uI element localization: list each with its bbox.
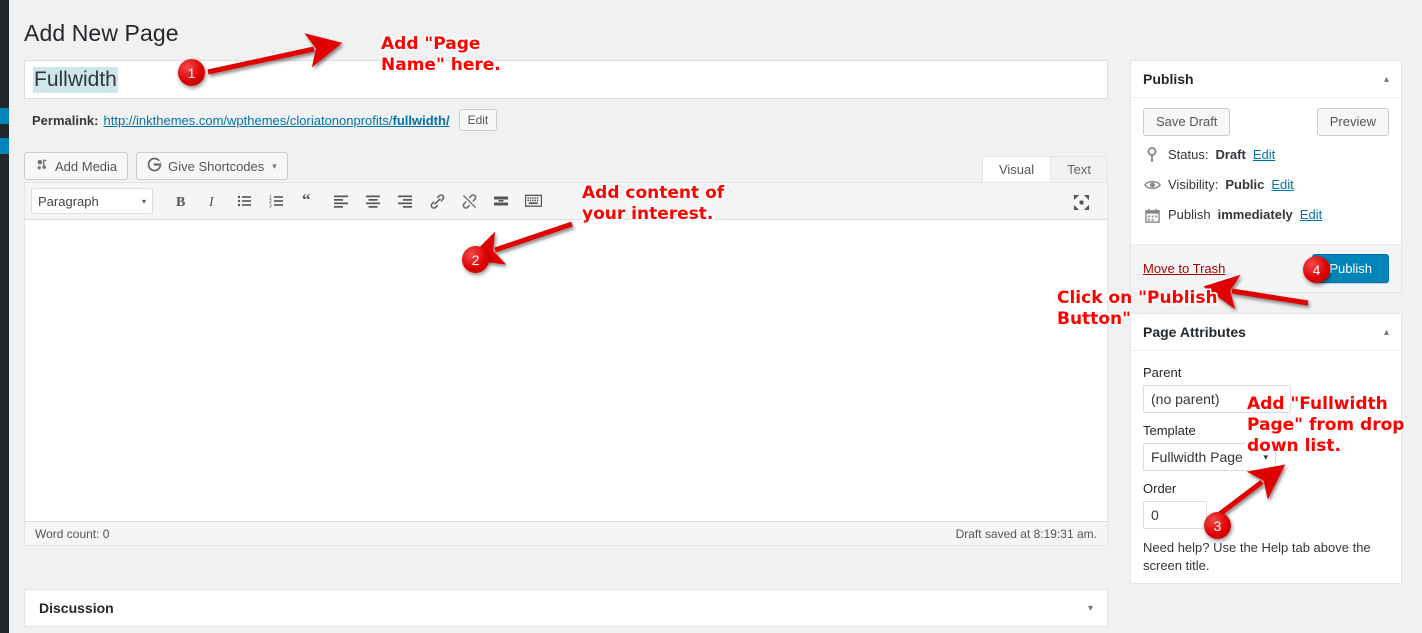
publish-panel-body: Save Draft Preview Status: Draft Edit Vi… — [1131, 98, 1401, 244]
admin-menu-rail — [0, 0, 9, 633]
paragraph-format-value: Paragraph — [38, 194, 99, 209]
svg-text:“: “ — [302, 193, 311, 209]
give-shortcodes-button[interactable]: Give Shortcodes ▾ — [136, 152, 288, 180]
discussion-title: Discussion — [39, 600, 114, 616]
permalink-prefix: http://inkthemes.com/wpthemes/cloriatono… — [103, 113, 392, 128]
visibility-edit-link[interactable]: Edit — [1271, 176, 1293, 194]
publish-date-value: immediately — [1218, 206, 1293, 224]
admin-rail-highlight-1 — [0, 108, 9, 124]
move-to-trash-link[interactable]: Move to Trash — [1143, 261, 1225, 276]
status-edit-link[interactable]: Edit — [1253, 146, 1275, 164]
draft-saved-status: Draft saved at 8:19:31 am. — [956, 527, 1097, 541]
editor-mode-tabs: Visual Text — [983, 153, 1108, 182]
chevron-up-icon[interactable]: ▴ — [1384, 327, 1389, 338]
give-shortcodes-label: Give Shortcodes — [168, 159, 264, 174]
order-input[interactable]: 0 — [1143, 501, 1207, 529]
editor-box: Paragraph ▾ B I 123 “ — [24, 182, 1108, 546]
align-center-icon[interactable] — [357, 187, 389, 215]
page-attributes-header: Page Attributes ▴ — [1131, 314, 1401, 351]
publish-date-edit-link[interactable]: Edit — [1300, 206, 1322, 224]
tab-visual[interactable]: Visual — [982, 156, 1051, 182]
blockquote-icon[interactable]: “ — [293, 187, 325, 215]
chevron-up-icon[interactable]: ▴ — [1384, 74, 1389, 85]
numbered-list-icon[interactable]: 123 — [261, 187, 293, 215]
permalink-link[interactable]: http://inkthemes.com/wpthemes/cloriatono… — [103, 113, 449, 128]
save-draft-button[interactable]: Save Draft — [1143, 108, 1230, 136]
step-marker-3: 3 — [1204, 512, 1231, 539]
permalink-slug: fullwidth/ — [393, 113, 450, 128]
permalink: Permalink: http://inkthemes.com/wpthemes… — [32, 109, 497, 131]
wordpress-add-new-page-screen: Add New Page Fullwidth Permalink: http:/… — [0, 0, 1422, 633]
step-marker-2: 2 — [462, 246, 489, 273]
editor-toolbar: Paragraph ▾ B I 123 “ — [25, 183, 1107, 220]
status-label: Status: — [1168, 146, 1208, 164]
template-select[interactable]: Fullwidth Page ▾ — [1143, 443, 1276, 471]
publish-date-row: Publish immediately Edit — [1143, 206, 1389, 224]
align-right-icon[interactable] — [389, 187, 421, 215]
unlink-icon[interactable] — [453, 187, 485, 215]
add-media-icon — [35, 158, 49, 175]
media-buttons-bar: Add Media Give Shortcodes ▾ Visual Text — [24, 150, 1108, 182]
editor-status-bar: Word count: 0 Draft saved at 8:19:31 am. — [25, 521, 1107, 545]
svg-text:3: 3 — [269, 204, 272, 210]
add-media-button[interactable]: Add Media — [24, 152, 128, 180]
order-label: Order — [1143, 481, 1389, 496]
permalink-edit-button[interactable]: Edit — [459, 109, 498, 131]
chevron-down-icon: ▾ — [142, 197, 146, 206]
post-title-value: Fullwidth — [33, 67, 118, 93]
page-title: Add New Page — [24, 19, 179, 48]
shortcode-globe-icon — [147, 157, 162, 175]
fullscreen-icon[interactable] — [1065, 188, 1097, 216]
bold-icon[interactable]: B — [165, 187, 197, 215]
parent-select-value: (no parent) — [1151, 391, 1219, 407]
chevron-down-icon: ▾ — [272, 161, 277, 172]
chevron-down-icon[interactable]: ▾ — [1088, 603, 1093, 614]
editor-column: Add Media Give Shortcodes ▾ Visual Text … — [24, 150, 1108, 546]
word-count: Word count: 0 — [35, 527, 109, 541]
publish-panel: Publish ▴ Save Draft Preview Status: Dra… — [1130, 60, 1402, 293]
publish-panel-header: Publish ▴ — [1131, 61, 1401, 98]
permalink-label: Permalink: — [32, 113, 98, 128]
read-more-icon[interactable] — [485, 187, 517, 215]
publish-actions-row: Save Draft Preview — [1143, 108, 1389, 136]
parent-select[interactable]: (no parent) — [1143, 385, 1291, 413]
step-marker-4: 4 — [1303, 256, 1330, 283]
paragraph-format-select[interactable]: Paragraph ▾ — [31, 188, 153, 214]
status-value: Draft — [1215, 146, 1245, 164]
eye-icon — [1143, 179, 1161, 191]
page-attributes-body: Parent (no parent) Template Fullwidth Pa… — [1131, 351, 1401, 583]
parent-label: Parent — [1143, 365, 1389, 380]
visibility-label: Visibility: — [1168, 176, 1218, 194]
visibility-value: Public — [1225, 176, 1264, 194]
status-row: Status: Draft Edit — [1143, 146, 1389, 164]
publish-panel-title: Publish — [1143, 71, 1194, 87]
publish-date-label: Publish — [1168, 206, 1211, 224]
tab-text[interactable]: Text — [1050, 156, 1108, 182]
page-attributes-title: Page Attributes — [1143, 324, 1246, 340]
discussion-panel[interactable]: Discussion ▾ — [24, 589, 1108, 627]
page-attributes-help-text: Need help? Use the Help tab above the sc… — [1143, 539, 1389, 575]
toolbar-toggle-icon[interactable] — [517, 187, 549, 215]
publish-panel-footer: Move to Trash Publish — [1131, 244, 1401, 292]
page-attributes-panel: Page Attributes ▴ Parent (no parent) Tem… — [1130, 313, 1402, 584]
template-select-value: Fullwidth Page — [1151, 449, 1243, 465]
add-media-label: Add Media — [55, 159, 117, 174]
italic-icon[interactable]: I — [197, 187, 229, 215]
bulleted-list-icon[interactable] — [229, 187, 261, 215]
svg-text:B: B — [176, 195, 185, 209]
calendar-icon — [1143, 208, 1161, 223]
visibility-row: Visibility: Public Edit — [1143, 176, 1389, 194]
template-label: Template — [1143, 423, 1389, 438]
insert-link-icon[interactable] — [421, 187, 453, 215]
align-left-icon[interactable] — [325, 187, 357, 215]
pin-icon — [1143, 147, 1161, 163]
editor-content-area[interactable] — [25, 220, 1107, 521]
svg-text:I: I — [208, 195, 215, 209]
chevron-down-icon: ▾ — [1263, 452, 1268, 463]
order-value: 0 — [1151, 507, 1159, 523]
admin-rail-highlight-2 — [0, 138, 9, 154]
preview-button[interactable]: Preview — [1317, 108, 1389, 136]
sidebar-column: Publish ▴ Save Draft Preview Status: Dra… — [1130, 60, 1402, 604]
step-marker-1: 1 — [178, 59, 205, 86]
